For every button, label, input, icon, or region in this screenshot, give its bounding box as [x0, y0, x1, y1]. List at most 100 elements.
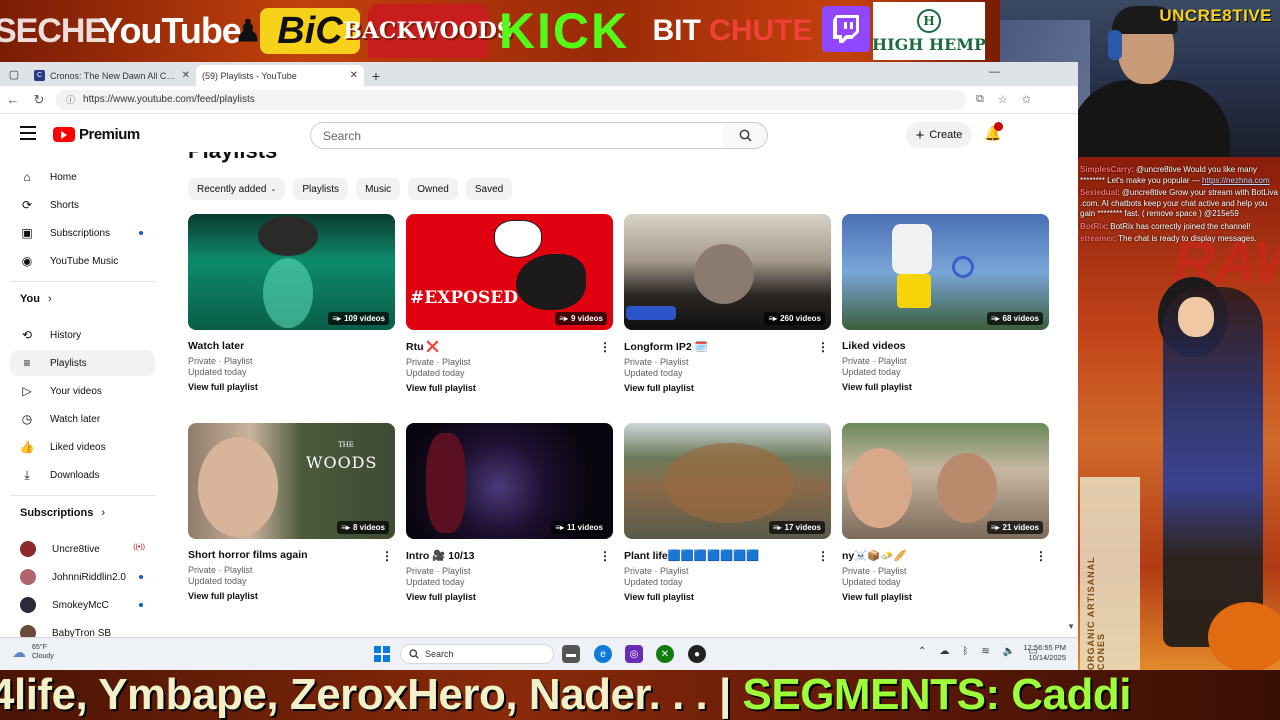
search-button[interactable]	[723, 122, 768, 149]
playlist-title[interactable]: Short horror films again	[188, 549, 378, 561]
taskbar-search[interactable]: Search	[400, 644, 554, 664]
back-icon[interactable]: ←	[0, 87, 26, 113]
headset-icon	[1108, 30, 1122, 60]
more-options-icon[interactable]: ⋮	[381, 549, 393, 563]
more-options-icon[interactable]: ⋮	[817, 340, 829, 354]
playlist-title[interactable]: Liked videos	[842, 340, 1032, 352]
view-full-playlist-link[interactable]: View full playlist	[624, 383, 831, 393]
close-tab-icon[interactable]: ✕	[350, 70, 358, 81]
wifi-icon[interactable]: ≋	[981, 646, 989, 657]
browser-tab-cronos[interactable]: C Cronos: The New Dawn All Collec ✕	[28, 65, 196, 86]
sidebar-item-playlists[interactable]: ≡ Playlists	[10, 350, 155, 376]
playlist-title[interactable]: Longform IP2 🗓️	[624, 340, 814, 353]
more-options-icon[interactable]: ⋮	[599, 549, 611, 563]
chip-saved[interactable]: Saved	[465, 178, 513, 200]
chat-link[interactable]: https://nezhna.com	[1202, 176, 1270, 185]
view-full-playlist-link[interactable]: View full playlist	[624, 592, 831, 602]
more-options-icon[interactable]: ⋮	[1035, 549, 1047, 563]
xbox-icon[interactable]: ✕	[656, 645, 674, 663]
playlist-card[interactable]: THE WOODS ≡▸ 8 videos Short horror films …	[188, 423, 395, 601]
view-full-playlist-link[interactable]: View full playlist	[406, 592, 613, 602]
sidebar-item-home[interactable]: ⌂ Home	[10, 164, 155, 190]
sidebar-item-liked-videos[interactable]: 👍 Liked videos	[10, 434, 155, 460]
playlist-card[interactable]: ≡▸ 68 videos Liked videos Private · Playl…	[842, 214, 1049, 392]
playlist-title[interactable]: Watch later	[188, 340, 378, 352]
sidebar-sub-smokeymcc[interactable]: SmokeyMcC	[10, 592, 155, 618]
cloud-sync-icon[interactable]: ☁	[939, 646, 949, 657]
sidebar-item-youtube-music[interactable]: ◉ YouTube Music	[10, 248, 155, 274]
playlist-thumbnail[interactable]: ≡▸ 11 videos	[406, 423, 613, 539]
playlist-thumbnail[interactable]: #EXPOSED ≡▸ 9 videos	[406, 214, 613, 330]
sidebar-sub-johnniriddlin[interactable]: JohnniRiddlin2.0	[10, 564, 155, 590]
chip-playlists[interactable]: Playlists	[293, 178, 349, 200]
playlist-thumbnail[interactable]: ≡▸ 21 videos	[842, 423, 1049, 539]
playlist-title[interactable]: Rtu ❌	[406, 340, 596, 353]
chip-recently-added[interactable]: Recently added ⌄	[188, 178, 286, 200]
playlist-meta: Private · Playlist Updated today	[842, 356, 907, 377]
close-tab-icon[interactable]: ✕	[182, 70, 190, 81]
chip-owned[interactable]: Owned	[408, 178, 458, 200]
sidebar-you-heading[interactable]: You ›	[20, 293, 52, 305]
sidebar-subscriptions-heading[interactable]: Subscriptions ›	[20, 507, 105, 519]
playlist-card[interactable]: #EXPOSED ≡▸ 9 videos Rtu ❌ Private · Play…	[406, 214, 613, 393]
view-full-playlist-link[interactable]: View full playlist	[842, 592, 1049, 602]
playlist-card[interactable]: ≡▸ 11 videos Intro 🎥 10/13 Private · Play…	[406, 423, 613, 602]
chip-music[interactable]: Music	[356, 178, 401, 200]
view-full-playlist-link[interactable]: View full playlist	[842, 382, 1049, 392]
sidebar-item-downloads[interactable]: ⤓ Downloads	[10, 462, 155, 488]
more-options-icon[interactable]: ⋮	[817, 549, 829, 563]
app-icon[interactable]: ●	[688, 645, 706, 663]
sidebar-item-your-videos[interactable]: ▷ Your videos	[10, 378, 155, 404]
sidebar-item-shorts[interactable]: ⟳ Shorts	[10, 192, 155, 218]
bluetooth-icon[interactable]: ᛒ	[962, 646, 968, 657]
scroll-down-icon[interactable]: ▼	[1067, 622, 1075, 631]
filter-chips: Recently added ⌄ Playlists Music Owned S…	[188, 178, 513, 200]
taskbar-clock[interactable]: 12:56:55 PM 10/14/2025	[1018, 643, 1066, 663]
playlist-card[interactable]: ≡▸ 17 videos Plant life🟦🟦🟦🟦🟦🟦🟦 Private · …	[624, 423, 831, 602]
obs-app-icon[interactable]: ◎	[625, 645, 643, 663]
chevron-right-icon: ›	[101, 507, 106, 519]
playlist-card[interactable]: ≡▸ 109 videos Watch later Private · Playl…	[188, 214, 395, 392]
playlist-title[interactable]: Plant life🟦🟦🟦🟦🟦🟦🟦	[624, 549, 814, 562]
browser-tab-youtube[interactable]: ▶ (59) Playlists - YouTube ✕	[0, 65, 364, 125]
new-tab-button[interactable]: +	[364, 65, 388, 86]
more-options-icon[interactable]: ⋮	[599, 340, 611, 354]
sidebar-sub-uncre8tive[interactable]: Uncre8tive ((•))	[10, 536, 155, 562]
playlist-title[interactable]: ny☠️📦🧈🥖	[842, 549, 1032, 562]
tab-actions-icon[interactable]: ▢	[0, 62, 28, 86]
windows-start-icon[interactable]	[374, 646, 390, 662]
edge-browser-icon[interactable]: e	[594, 645, 612, 663]
tab-bar: ▢ C Cronos: The New Dawn All Collec ✕ ▶ …	[0, 62, 1078, 125]
volume-icon[interactable]: 🔈	[1003, 646, 1015, 657]
sidebar-item-watch-later[interactable]: ◷ Watch later	[10, 406, 155, 432]
playlist-card[interactable]: ≡▸ 21 videos ny☠️📦🧈🥖 Private · Playlist Up…	[842, 423, 1049, 602]
playlist-thumbnail[interactable]: ≡▸ 68 videos	[842, 214, 1049, 330]
sidebar-item-history[interactable]: ⟲ History	[10, 322, 155, 348]
refresh-icon[interactable]: ↻	[26, 87, 52, 113]
playlist-thumbnail[interactable]: ≡▸ 109 videos	[188, 214, 395, 330]
menu-icon[interactable]	[20, 126, 36, 140]
playlist-thumbnail[interactable]: ≡▸ 260 videos	[624, 214, 831, 330]
url-field[interactable]: ⓘ https://www.youtube.com/feed/playlists	[56, 89, 966, 110]
weather-widget[interactable]: ☁ 65°F Cloudy	[12, 643, 54, 661]
favorite-star-icon[interactable]: ☆	[998, 93, 1008, 106]
view-full-playlist-link[interactable]: View full playlist	[188, 591, 395, 601]
search-input[interactable]: Search	[310, 122, 724, 149]
youtube-premium-logo[interactable]: Premium	[53, 126, 140, 143]
file-explorer-icon[interactable]: ▬	[562, 645, 580, 663]
chevron-up-icon[interactable]: ⌃	[918, 646, 926, 657]
playlist-title[interactable]: Intro 🎥 10/13	[406, 549, 596, 562]
view-full-playlist-link[interactable]: View full playlist	[406, 383, 613, 393]
playlist-thumbnail[interactable]: THE WOODS ≡▸ 8 videos	[188, 423, 395, 539]
view-full-playlist-link[interactable]: View full playlist	[188, 382, 395, 392]
site-info-icon[interactable]: ⓘ	[66, 93, 75, 106]
bitchute-part-1: BIT	[652, 14, 701, 47]
favorites-icon[interactable]: ✩	[1022, 93, 1031, 106]
playlist-card[interactable]: ≡▸ 260 videos Longform IP2 🗓️ Private · P…	[624, 214, 831, 393]
sidebar-sub-babytron[interactable]: BabyTron SB	[10, 620, 155, 637]
minimize-icon[interactable]: —	[989, 66, 1000, 78]
create-button[interactable]: + Create	[906, 122, 972, 148]
open-in-app-icon[interactable]: ⧉	[976, 93, 984, 106]
sidebar-item-subscriptions[interactable]: ▣ Subscriptions	[10, 220, 155, 246]
playlist-thumbnail[interactable]: ≡▸ 17 videos	[624, 423, 831, 539]
